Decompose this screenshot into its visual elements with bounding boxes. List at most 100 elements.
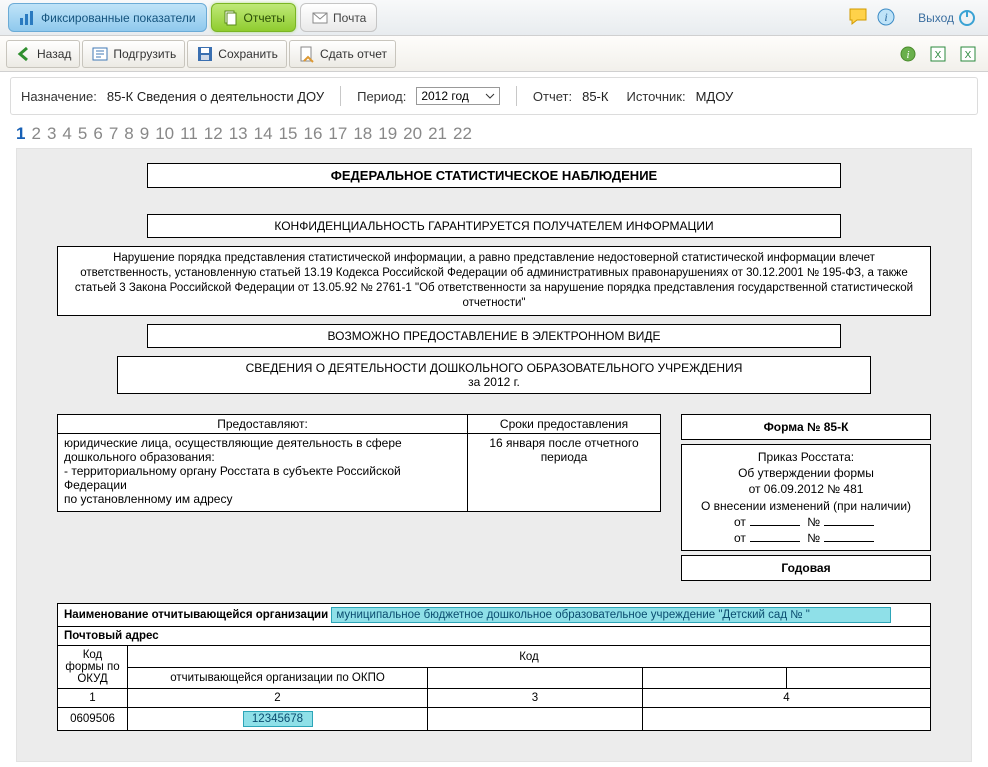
page-link-11[interactable]: 11 (180, 124, 198, 144)
btn-label: Назад (37, 47, 71, 61)
okpo-head: отчитывающейся организации по ОКПО (128, 667, 428, 689)
page-link-12[interactable]: 12 (204, 124, 223, 144)
exit-icon (958, 9, 976, 27)
purpose-label: Назначение: (21, 89, 97, 104)
legal-notice: Нарушение порядка представления статисти… (57, 246, 931, 316)
chevron-down-icon (485, 91, 495, 101)
report-form: ФЕДЕРАЛЬНОЕ СТАТИСТИЧЕСКОЕ НАБЛЮДЕНИЕ КО… (16, 148, 972, 762)
page-link-8[interactable]: 8 (124, 124, 133, 144)
page-link-17[interactable]: 17 (328, 124, 347, 144)
subject-line2: за 2012 г. (126, 375, 862, 389)
top-tabs: Фиксированные показатели Отчеты Почта i … (0, 0, 988, 36)
back-button[interactable]: Назад (6, 40, 80, 68)
btn-label: Сохранить (218, 47, 278, 61)
arrow-left-icon (15, 45, 33, 63)
report-info-bar: Назначение: 85-К Сведения о деятельности… (10, 77, 978, 115)
page-link-13[interactable]: 13 (229, 124, 248, 144)
source-label: Источник: (626, 89, 685, 104)
exit-button[interactable]: Выход (918, 0, 976, 35)
page-navigation: 12345678910111213141516171819202122 (0, 120, 988, 148)
tab-mail[interactable]: Почта (300, 3, 377, 32)
col-num: 4 (642, 689, 930, 708)
upload-button[interactable]: Подгрузить (82, 40, 185, 68)
period-value: 2012 год (421, 89, 469, 103)
svg-text:X: X (965, 50, 972, 61)
period-label: Период: (357, 89, 406, 104)
tab-fixed-indicators[interactable]: Фиксированные показатели (8, 3, 207, 32)
heading-subject: СВЕДЕНИЯ О ДЕЯТЕЛЬНОСТИ ДОШКОЛЬНОГО ОБРА… (117, 356, 871, 394)
page-link-1[interactable]: 1 (16, 124, 25, 144)
form-metadata-panel: Форма № 85-К Приказ Росстата: Об утвержд… (681, 414, 931, 586)
excel-export2-icon[interactable]: X (957, 43, 979, 65)
info-small-icon[interactable]: i (897, 43, 919, 65)
provide-col2-body: 16 января после отчетного периода (468, 433, 661, 511)
address-row: Почтовый адрес (58, 627, 931, 646)
empty-cell (428, 708, 643, 731)
source-value: МДОУ (696, 89, 734, 104)
col-num: 2 (128, 689, 428, 708)
exit-label: Выход (918, 11, 954, 25)
page-link-3[interactable]: 3 (47, 124, 56, 144)
mail-icon (311, 9, 329, 27)
okpo-cell: 12345678 (128, 708, 428, 731)
heading-electronic: ВОЗМОЖНО ПРЕДОСТАВЛЕНИЕ В ЭЛЕКТРОННОМ ВИ… (147, 324, 841, 348)
btn-label: Подгрузить (113, 47, 176, 61)
tab-label: Фиксированные показатели (41, 11, 196, 25)
page-link-2[interactable]: 2 (31, 124, 40, 144)
info-icon[interactable]: i (875, 6, 897, 28)
chat-icon[interactable] (847, 6, 869, 28)
toolbar: Назад Подгрузить Сохранить Сдать отчет i… (0, 36, 988, 72)
org-name-input[interactable]: муниципальное бюджетное дошкольное образ… (331, 607, 891, 623)
address-label: Почтовый адрес (64, 630, 159, 642)
svg-text:i: i (884, 10, 887, 24)
order-line: Об утверждении формы (690, 465, 922, 481)
heading-federal: ФЕДЕРАЛЬНОЕ СТАТИСТИЧЕСКОЕ НАБЛЮДЕНИЕ (147, 163, 841, 188)
bar-chart-icon (19, 9, 37, 27)
submit-icon (298, 45, 316, 63)
organization-table: Наименование отчитывающейся организации … (57, 603, 931, 731)
provide-col1-body: юридические лица, осуществляющие деятель… (58, 433, 468, 511)
okud-head: Код формы по ОКУД (58, 646, 128, 689)
heading-confidential: КОНФИДЕНЦИАЛЬНОСТЬ ГАРАНТИРУЕТСЯ ПОЛУЧАТ… (147, 214, 841, 238)
page-link-5[interactable]: 5 (78, 124, 87, 144)
page-link-4[interactable]: 4 (62, 124, 71, 144)
save-button[interactable]: Сохранить (187, 40, 287, 68)
empty-cell (428, 667, 643, 689)
page-link-22[interactable]: 22 (453, 124, 472, 144)
tab-reports[interactable]: Отчеты (211, 3, 296, 32)
order-blank-line: от № (690, 530, 922, 546)
page-link-15[interactable]: 15 (279, 124, 298, 144)
report-value: 85-К (582, 89, 608, 104)
order-box: Приказ Росстата: Об утверждении формы от… (681, 444, 931, 551)
excel-export-icon[interactable]: X (927, 43, 949, 65)
order-blank-line: от № (690, 514, 922, 530)
document-icon (222, 9, 240, 27)
page-link-7[interactable]: 7 (109, 124, 118, 144)
submit-report-button[interactable]: Сдать отчет (289, 40, 396, 68)
okud-value: 0609506 (58, 708, 128, 731)
page-link-6[interactable]: 6 (93, 124, 102, 144)
okpo-input[interactable]: 12345678 (243, 711, 313, 727)
provide-col2-head: Сроки предоставления (468, 414, 661, 433)
btn-label: Сдать отчет (320, 47, 387, 61)
page-link-18[interactable]: 18 (353, 124, 372, 144)
page-link-14[interactable]: 14 (254, 124, 273, 144)
annual-label: Годовая (681, 555, 931, 581)
page-link-9[interactable]: 9 (140, 124, 149, 144)
col-num: 3 (428, 689, 643, 708)
page-link-16[interactable]: 16 (303, 124, 322, 144)
period-select[interactable]: 2012 год (416, 87, 500, 105)
form-number: Форма № 85-К (681, 414, 931, 440)
svg-text:X: X (935, 50, 942, 61)
org-name-label: Наименование отчитывающейся организации (64, 609, 328, 621)
order-line: Приказ Росстата: (690, 449, 922, 465)
page-link-21[interactable]: 21 (428, 124, 447, 144)
tab-label: Почта (333, 11, 366, 25)
page-link-19[interactable]: 19 (378, 124, 397, 144)
page-link-20[interactable]: 20 (403, 124, 422, 144)
provide-table: Предоставляют: Сроки предоставления юрид… (57, 414, 661, 512)
page-link-10[interactable]: 10 (155, 124, 174, 144)
subject-line1: СВЕДЕНИЯ О ДЕЯТЕЛЬНОСТИ ДОШКОЛЬНОГО ОБРА… (126, 361, 862, 375)
empty-cell (786, 667, 930, 689)
order-line: О внесении изменений (при наличии) (690, 498, 922, 514)
